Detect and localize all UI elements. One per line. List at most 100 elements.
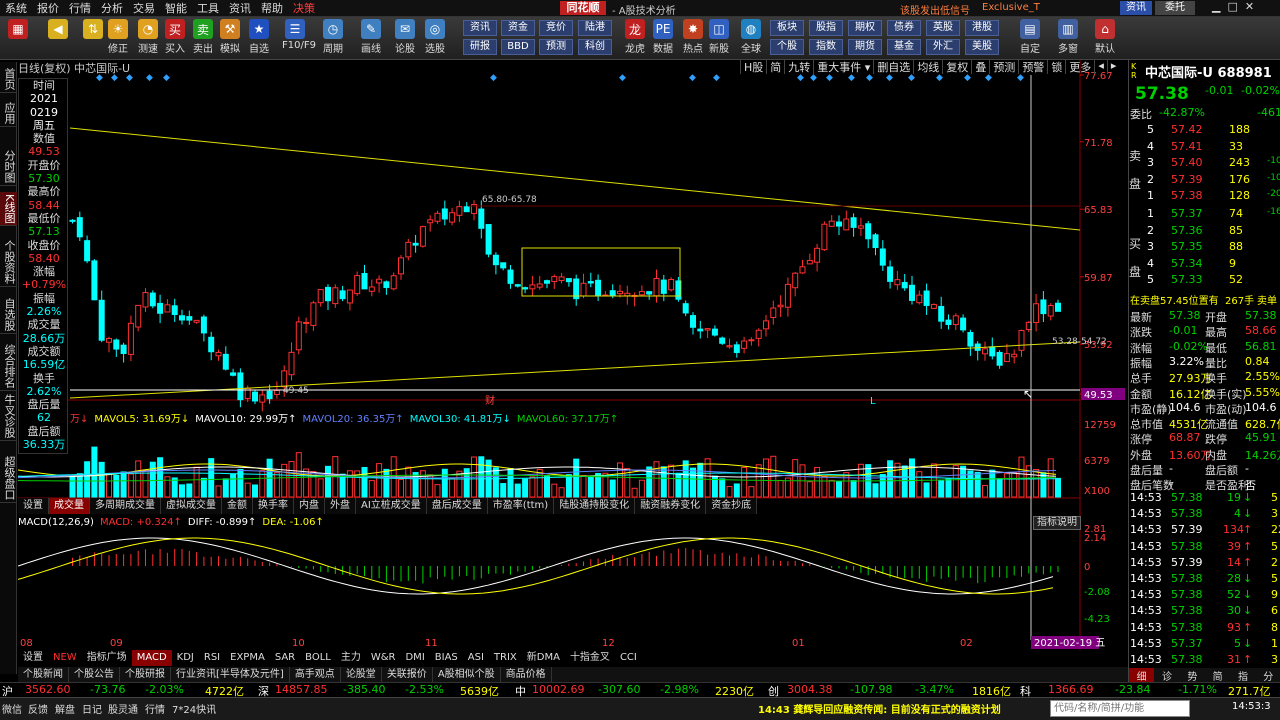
toolbar-chat-button[interactable]: ✉ 论股 [392,19,418,55]
chart-tool-13[interactable]: ▸ [1106,59,1120,74]
toolbar-market-btn-5-1[interactable]: 美股 [965,39,999,55]
left-nav-item-7[interactable]: 牛叉诊股 [0,392,17,441]
left-nav-item-5[interactable]: 自选股 [0,296,17,334]
toolbar-sell-button[interactable]: 卖卖出 [190,19,216,55]
chart-tool-6[interactable]: 复权 [942,59,971,74]
maximize-icon[interactable]: □ [1227,0,1237,13]
toolbar-market-btn-3-1[interactable]: 基金 [887,39,921,55]
toolbar-clock2-button[interactable]: ◷ 周期 [320,19,346,55]
toolbar-market-btn-2-0[interactable]: 期权 [848,20,882,36]
toolbar-btn-1-1[interactable]: BBD [501,39,535,55]
toolbar-updown-button[interactable]: ⇅ [80,19,106,40]
panel-tab-1[interactable]: 诊 [1154,668,1179,683]
menu-item-7[interactable]: 资讯 [224,0,256,16]
bottom-item-5[interactable]: 行情 [145,701,165,716]
chart-area[interactable]: 77.6771.7865.8359.8753.9249.5365.80-65.7… [18,60,1128,650]
info-tab-3[interactable]: 行业资讯[半导体及元件] [171,667,290,682]
indicator-tab-6[interactable]: EXPMA [225,650,270,666]
volume-tab-10[interactable]: 市盈率(ttm) [488,498,555,514]
menu-item-5[interactable]: 智能 [160,0,192,16]
toolbar-market-btn-4-0[interactable]: 英股 [926,20,960,36]
chart-tool-1[interactable]: 简 [766,59,784,74]
toolbar-new-button[interactable]: ◫ 新股 [706,19,732,55]
chart-tool-2[interactable]: 九转 [784,59,813,74]
menu-item-0[interactable]: 系统 [0,0,32,16]
indicator-tab-7[interactable]: SAR [270,650,300,666]
indicator-tab-4[interactable]: KDJ [172,650,199,666]
bottom-item-2[interactable]: 解盘 [55,701,75,716]
toolbar-btn-3-1[interactable]: 科创 [578,39,612,55]
chart-tool-9[interactable]: 预警 [1018,59,1047,74]
toolbar-sun-button[interactable]: ☀ 修正 [105,19,131,55]
volume-tab-11[interactable]: 陆股通持股变化 [554,498,636,514]
indicator-tab-5[interactable]: RSI [199,650,225,666]
indicator-tab-9[interactable]: 主力 [336,650,366,666]
indicator-tab-10[interactable]: W&R [366,650,401,666]
toolbar-market-btn-5-0[interactable]: 港股 [965,20,999,36]
indicator-tab-12[interactable]: BIAS [430,650,463,666]
indicator-tab-17[interactable]: CCI [615,650,642,666]
toolbar-market-btn-4-1[interactable]: 外汇 [926,39,960,55]
chart-tool-12[interactable]: ◂ [1094,59,1107,74]
volume-tab-4[interactable]: 金额 [222,498,253,514]
chart-tool-8[interactable]: 预测 [989,59,1018,74]
indicator-help-button[interactable]: 指标说明 [1033,516,1081,530]
volume-tab-12[interactable]: 融资融券变化 [635,498,707,514]
window-controls[interactable]: ▁ □ ✕ [1212,0,1254,13]
indicator-tab-11[interactable]: DMI [400,650,429,666]
menu-item-2[interactable]: 行情 [64,0,96,16]
toolbar-grid-button[interactable]: ▦ [5,19,31,40]
info-tab-2[interactable]: 个股研报 [120,667,171,682]
toolbar-market-btn-1-1[interactable]: 指数 [809,39,843,55]
news-ticker[interactable]: 14:43 龚辉导回应融资传闻: 目前没有正式的融资计划 [758,701,1001,716]
volume-tab-7[interactable]: 外盘 [325,498,356,514]
volume-tab-0[interactable]: 设置 [18,498,49,514]
toolbar-custom-button[interactable]: ▤ 自定 [1017,19,1043,55]
toolbar-btn-3-0[interactable]: 陆港 [578,20,612,36]
chart-tool-4[interactable]: 删自选 [873,59,913,74]
toolbar-globe-button[interactable]: ◍ 全球 [738,19,764,55]
toolbar-pen-button[interactable]: ✎ 画线 [358,19,384,55]
toolbar-home-button[interactable]: ⌂ 默认 [1092,19,1118,55]
toolbar-hammer-button[interactable]: ⚒ 模拟 [217,19,243,55]
toolbar-market-btn-0-0[interactable]: 板块 [770,20,804,36]
toolbar-btn-2-1[interactable]: 预测 [539,39,573,55]
chart-tool-11[interactable]: 更多 [1065,59,1094,74]
promo-link[interactable]: 该股发出低信号 [900,2,970,17]
indicator-tab-0[interactable]: 设置 [18,650,48,666]
panel-tab-3[interactable]: 简 [1205,668,1230,683]
left-nav-item-3[interactable]: K线图 [0,192,17,227]
left-nav-item-4[interactable]: 个股资料 [0,238,17,287]
left-nav-item-2[interactable]: 分时图 [0,148,17,186]
menu-item-8[interactable]: 帮助 [256,0,288,16]
menu-item-3[interactable]: 分析 [96,0,128,16]
info-tab-1[interactable]: 个股公告 [69,667,120,682]
indicator-tab-8[interactable]: BOLL [300,650,336,666]
volume-tab-1[interactable]: 成交量 [49,498,90,514]
indicator-tab-13[interactable]: ASI [463,650,489,666]
bottom-item-3[interactable]: 日记 [82,701,102,716]
panel-tab-4[interactable]: 指 [1230,668,1255,683]
toolbar-back-button[interactable]: ◀ [45,19,71,40]
indicator-tab-1[interactable]: NEW [48,650,82,666]
chart-tool-10[interactable]: 锁 [1047,59,1065,74]
indicator-tab-15[interactable]: 新DMA [522,650,565,666]
volume-tab-13[interactable]: 资金抄底 [706,498,758,514]
left-nav-item-1[interactable]: 应用 [0,100,17,127]
search-input[interactable] [1050,700,1190,717]
volume-tab-3[interactable]: 虚拟成交量 [161,498,222,514]
toolbar-market-btn-1-0[interactable]: 股指 [809,20,843,36]
indicator-tab-14[interactable]: TRIX [489,650,522,666]
left-nav-item-6[interactable]: 综合排名 [0,342,17,391]
info-tab-7[interactable]: A股相似个股 [433,667,501,682]
indicator-tab-3[interactable]: MACD [131,650,172,666]
toolbar-dragon-button[interactable]: 龙龙虎 [622,19,648,55]
info-button[interactable]: 资讯 [1120,1,1152,15]
menu-item-1[interactable]: 报价 [32,0,64,16]
bottom-item-1[interactable]: 反馈 [28,701,48,716]
volume-tab-2[interactable]: 多周期成交量 [90,498,161,514]
toolbar-pe-button[interactable]: PE 数据 [650,19,676,55]
toolbar-btn-0-1[interactable]: 研报 [463,39,497,55]
toolbar-clock-button[interactable]: ◔ 测速 [135,19,161,55]
toolbar-btn-0-0[interactable]: 资讯 [463,20,497,36]
